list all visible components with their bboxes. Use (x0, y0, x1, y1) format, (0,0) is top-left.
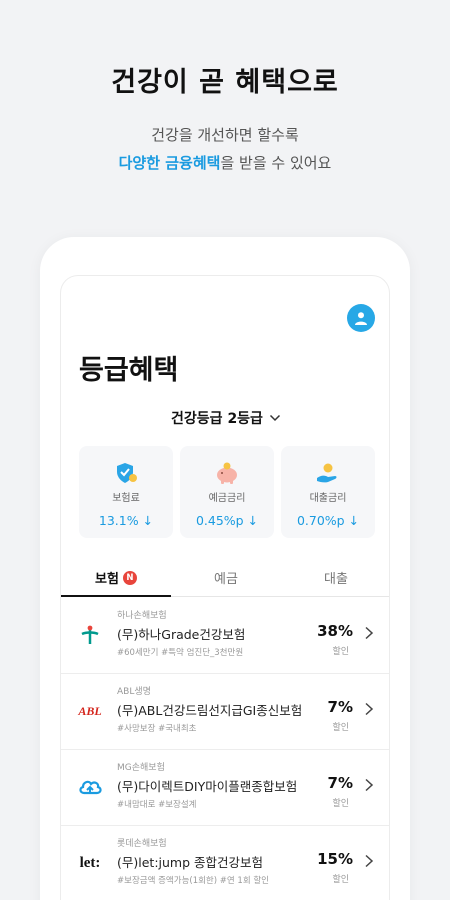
benefit-card-label: 예금금리 (208, 493, 246, 504)
promo-rest-text: 을 받을 수 있어요 (220, 154, 332, 172)
discount-rate: 15% (317, 850, 353, 868)
grade-label: 건강등급 2등급 (171, 411, 263, 427)
lotte-let-logo-icon: let: (75, 848, 105, 878)
company-name: 하나손해보험 (117, 611, 167, 621)
product-name: (무)let:jump 종합건강보험 (117, 855, 264, 870)
benefit-card-value: 13.1% ↓ (98, 513, 154, 528)
list-item[interactable]: let: 롯데손해보험 (무)let:jump 종합건강보험 #보장금액 증액가… (61, 826, 389, 900)
app-screen: 등급혜택 건강등급 2등급 보험료 13.1% ↓ 예금금리 0.45%p ↓ … (60, 275, 390, 900)
discount-rate: 7% (327, 698, 353, 716)
tab-label: 예금 (214, 572, 238, 587)
promo-subtitle-line1: 건강을 개선하면 할수록 (151, 126, 299, 144)
chevron-down-icon (269, 414, 280, 422)
benefit-card-value: 0.45%p ↓ (195, 513, 259, 528)
benefit-card-value: 0.70%p ↓ (296, 513, 360, 528)
product-list: 하나손해보험 (무)하나Grade건강보험 #60세만기 #특약 엄진단_3천만… (61, 598, 389, 900)
product-name: (무)ABL건강드림선지급GI종신보험 (117, 703, 303, 718)
profile-avatar-button[interactable] (347, 304, 375, 332)
chevron-right-icon (365, 778, 374, 792)
product-tags: #내맘대로 #보장설계 (117, 800, 197, 810)
company-name: ABL생명 (117, 687, 151, 697)
discount-label: 할인 (332, 875, 349, 885)
product-tabs: 보험 N 예금 대출 (61, 559, 389, 597)
list-item[interactable]: 하나손해보험 (무)하나Grade건강보험 #60세만기 #특약 엄진단_3천만… (61, 598, 389, 674)
benefit-card-label: 대출금리 (309, 493, 347, 504)
abl-logo-text: ABL (78, 703, 102, 718)
discount-label: 할인 (332, 799, 349, 809)
chevron-right-icon (365, 702, 374, 716)
page-title: 등급혜택 (79, 355, 179, 386)
tab-label: 대출 (324, 572, 348, 587)
list-item[interactable]: ABL ABL생명 (무)ABL건강드림선지급GI종신보험 #사망보장 #국내최… (61, 674, 389, 750)
product-tags: #60세만기 #특약 엄진단_3천만원 (117, 648, 244, 658)
discount-rate: 38% (317, 622, 353, 640)
product-name: (무)다이렉트DIY마이플랜종합보험 (117, 779, 298, 794)
chevron-right-icon (365, 626, 374, 640)
discount-rate: 7% (327, 774, 353, 792)
hana-logo-icon (75, 620, 105, 650)
company-name: MG손해보험 (117, 763, 165, 773)
let-logo-text: let: (79, 854, 101, 871)
promo-subtitle-line2: 다양한 금융혜택을 받을 수 있어요 (0, 152, 450, 173)
discount-label: 할인 (332, 723, 349, 733)
product-tags: #보장금액 증액가능(1회한) #연 1회 할인 (117, 876, 269, 886)
tab-label: 보험 (95, 572, 119, 587)
tab-deposit[interactable]: 예금 (171, 559, 281, 596)
new-badge: N (122, 570, 137, 585)
benefit-card-label: 보험료 (112, 493, 140, 504)
list-item[interactable]: MG손해보험 (무)다이렉트DIY마이플랜종합보험 #내맘대로 #보장설계 7%… (61, 750, 389, 826)
promo-headline: 건강이 곧 혜택으로 (111, 67, 339, 98)
tab-loan[interactable]: 대출 (281, 559, 389, 596)
benefit-card-premium: 보험료 13.1% ↓ (79, 446, 173, 538)
benefit-card-deposit: 예금금리 0.45%p ↓ (180, 446, 274, 538)
product-name: (무)하나Grade건강보험 (117, 627, 246, 642)
abl-logo-icon: ABL (75, 696, 105, 726)
insurance-shield-icon (113, 460, 139, 486)
discount-label: 할인 (332, 647, 349, 657)
tab-insurance[interactable]: 보험 N (61, 559, 171, 597)
hand-coin-icon (315, 460, 341, 486)
mg-logo-icon (75, 772, 105, 802)
company-name: 롯데손해보험 (117, 839, 167, 849)
grade-selector[interactable]: 건강등급 2등급 (61, 408, 389, 428)
chevron-right-icon (365, 854, 374, 868)
promo-accent-text: 다양한 금융혜택 (118, 154, 221, 172)
benefit-cards: 보험료 13.1% ↓ 예금금리 0.45%p ↓ 대출금리 0.70%p ↓ (79, 446, 375, 538)
person-icon (355, 312, 367, 325)
piggy-bank-icon (214, 460, 240, 486)
benefit-card-loan: 대출금리 0.70%p ↓ (281, 446, 375, 538)
product-tags: #사망보장 #국내최초 (117, 724, 197, 734)
